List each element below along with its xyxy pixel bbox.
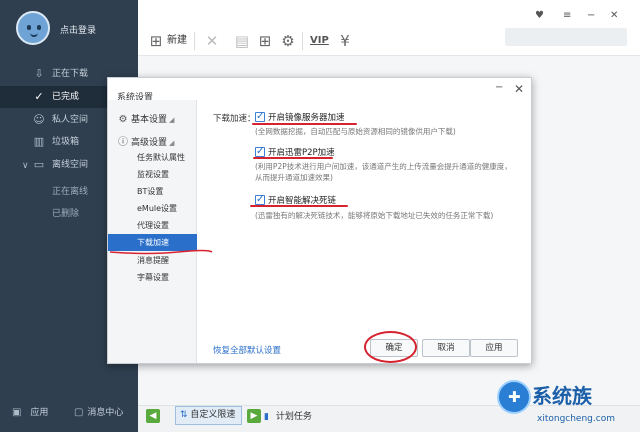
annotation-circle — [364, 331, 417, 363]
option-description: 从而提升通道加速效果) — [255, 173, 333, 182]
message-center-label: 消息中心 — [87, 408, 124, 418]
dialog-close-icon[interactable]: ✕ — [514, 82, 524, 96]
option-label: 开启镜像服务器加速 — [268, 113, 345, 123]
schedule-icon: ▮ — [264, 412, 269, 422]
schedule-button[interactable]: ▮ 计划任务 — [264, 409, 312, 422]
sidebar-item-label: 已完成 — [52, 92, 80, 102]
annotation-underline — [109, 249, 213, 255]
toolbar-divider — [302, 32, 303, 50]
info-icon: ⓘ — [118, 137, 128, 148]
category-basic[interactable]: ⚙ 基本设置 ◢ — [118, 112, 175, 125]
sidebar-item-label: 正在下载 — [52, 69, 89, 79]
gear-icon: ⚙ — [118, 114, 128, 125]
watermark-text: 系统族 — [532, 384, 592, 408]
speed-mode-button[interactable]: ⇅ 自定义限速 — [175, 406, 243, 425]
option-description: (利用P2P技术进行用户间加速，该通道产生的上传流量会提升通道的健康度， — [255, 162, 512, 171]
new-task-icon[interactable]: ⊞ — [146, 31, 166, 51]
category-label: 高级设置 — [131, 138, 168, 148]
check-circle-icon: ✓ — [34, 90, 44, 103]
option-description: (迅雷独有的解决死链技术，能够将原始下载地址已失效的任务正常下载) — [255, 211, 494, 220]
triangle-icon: ◢ — [169, 116, 175, 124]
login-link[interactable]: 点击登录 — [60, 23, 96, 36]
sidebar-item-label: 私人空间 — [52, 115, 89, 125]
document-icon[interactable]: ▤ — [232, 31, 252, 51]
watermark-url: xitongcheng.com — [537, 414, 615, 424]
toolbar-divider — [194, 32, 195, 50]
subitem-subtitles[interactable]: 字幕设置 — [137, 272, 169, 283]
apply-button[interactable]: 应用 — [470, 339, 518, 357]
expand-arrow-icon[interactable]: ▶ — [247, 409, 261, 423]
cancel-button[interactable]: 取消 — [422, 339, 470, 357]
download-icon: ⇩ — [34, 67, 44, 80]
trash-icon: ▥ — [33, 135, 45, 148]
avatar-eye — [27, 25, 31, 30]
sidebar-item-label: 离线空间 — [52, 160, 89, 170]
yen-icon[interactable]: ¥ — [335, 31, 355, 51]
settings-gear-icon[interactable]: ⚙ — [278, 31, 298, 51]
apps-button[interactable]: ▣ 应用 — [12, 405, 48, 418]
sidebar-subitem-deleted[interactable]: 已删除 — [52, 206, 79, 219]
person-icon: ☺ — [33, 113, 45, 126]
speed-mode-label: 自定义限速 — [190, 410, 236, 420]
subitem-emule[interactable]: eMule设置 — [137, 203, 177, 214]
annotation-underline — [253, 157, 333, 159]
schedule-label: 计划任务 — [275, 412, 312, 422]
search-input[interactable] — [505, 28, 627, 46]
restore-defaults-link[interactable]: 恢复全部默认设置 — [213, 344, 281, 356]
annotation-underline — [250, 205, 348, 207]
delete-icon[interactable]: ✕ — [202, 31, 222, 51]
collapse-arrow-icon[interactable]: ◀ — [146, 409, 160, 423]
avatar[interactable] — [16, 11, 50, 45]
sidebar-subitem-offline-active[interactable]: 正在离线 — [52, 184, 88, 197]
message-center-button[interactable]: ▢ 消息中心 — [74, 405, 123, 418]
message-icon: ▢ — [74, 407, 84, 418]
subitem-proxy[interactable]: 代理设置 — [137, 220, 169, 231]
watermark-logo: ✚ — [497, 380, 531, 414]
subitem-task-defaults[interactable]: 任务默认属性 — [137, 152, 185, 163]
new-task-button[interactable]: 新建 — [167, 31, 187, 51]
apps-icon: ▣ — [12, 407, 22, 418]
p2p-acceleration-checkbox[interactable] — [255, 145, 265, 159]
subitem-monitor[interactable]: 监视设置 — [137, 169, 169, 180]
mirror-acceleration-checkbox[interactable] — [255, 110, 265, 124]
speed-icon: ⇅ — [180, 410, 188, 420]
skin-icon[interactable]: ♥ — [535, 10, 544, 21]
menu-icon[interactable]: ≡ — [563, 10, 571, 21]
minimize-icon[interactable]: − — [587, 10, 595, 21]
annotation-underline — [252, 123, 357, 125]
avatar-mouth — [30, 33, 38, 37]
option-description: (全网数据挖掘，自动匹配与原始资源相同的镜像供用户下载) — [255, 127, 456, 136]
avatar-eye — [37, 25, 41, 30]
category-advanced[interactable]: ⓘ 高级设置 ◢ — [118, 133, 174, 148]
smart-deadlink-checkbox[interactable] — [255, 193, 265, 207]
dialog-minimize-icon[interactable]: − — [495, 82, 503, 93]
triangle-icon: ◢ — [169, 139, 175, 147]
offline-icon: ▭ — [33, 158, 45, 171]
vip-button[interactable]: VIP — [310, 31, 329, 51]
subitem-bt[interactable]: BT设置 — [137, 186, 163, 197]
apps-label: 应用 — [30, 408, 49, 418]
close-window-icon[interactable]: ✕ — [610, 10, 618, 21]
grid-icon[interactable]: ⊞ — [255, 31, 275, 51]
category-label: 基本设置 — [131, 115, 168, 125]
sidebar-item-label: 垃圾箱 — [52, 137, 80, 147]
download-acceleration-label: 下载加速： — [213, 114, 256, 124]
